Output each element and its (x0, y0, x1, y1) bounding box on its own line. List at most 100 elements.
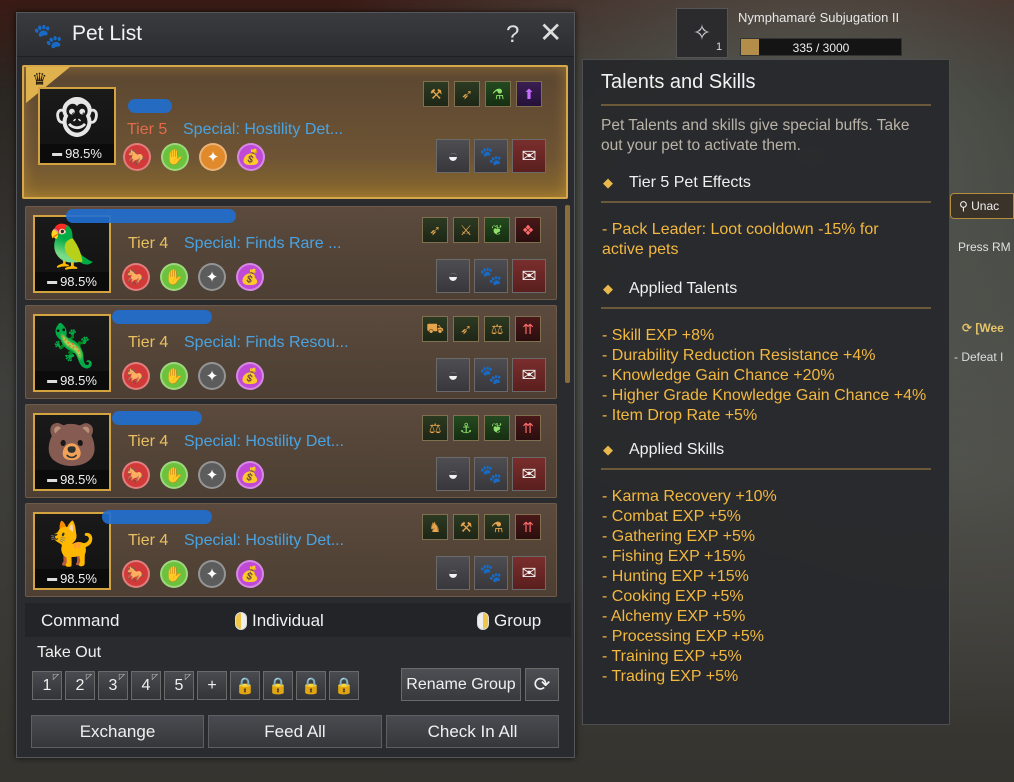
add-slot-button[interactable]: + (197, 671, 227, 700)
lock-icon[interactable]: 🔒 (296, 671, 326, 700)
divider (601, 468, 931, 470)
take-out-slot-4[interactable]: 4 ◸ (131, 671, 161, 700)
fishing-skill-icon[interactable]: ⚓ (453, 415, 479, 441)
hammer-skill-icon[interactable]: ⚒ (453, 514, 479, 540)
individual-label: Individual (252, 611, 324, 630)
command-label: Command (41, 611, 120, 630)
lock-icon[interactable]: 🔒 (230, 671, 260, 700)
feed-all-button[interactable]: Feed All (208, 715, 382, 748)
pet-card-leader[interactable]: ♛ 🐵 ▬ 98.5% Tier 5 Special: Hostility De… (22, 65, 568, 199)
paw-action-button[interactable]: 🐾 (474, 457, 508, 491)
paw-action-button[interactable]: 🐾 (474, 259, 508, 293)
release-button[interactable]: ✉ (512, 457, 546, 491)
alchemy-skill-icon[interactable]: ⚗ (484, 514, 510, 540)
trading-skill-icon[interactable]: ⚖ (422, 415, 448, 441)
axe-skill-icon[interactable]: ⚔ (453, 217, 479, 243)
pet-portrait[interactable]: 🦜 ▬ 98.5% (33, 215, 111, 293)
title-bar[interactable]: 🐾 Pet List ? ✕ (17, 13, 574, 57)
paw-action-button[interactable]: 🐾 (474, 358, 508, 392)
pet-list-scrollbar[interactable] (565, 205, 570, 383)
close-button[interactable]: ✕ (539, 19, 562, 47)
take-out-slot-5[interactable]: 5 ◸ (164, 671, 194, 700)
wing-skill-icon[interactable]: ❦ (484, 415, 510, 441)
check-in-all-button[interactable]: Check In All (386, 715, 559, 748)
rename-group-button[interactable]: Rename Group (401, 668, 521, 701)
pet-stats: 🐎 ✋ ✦ 💰 (123, 143, 265, 171)
tooltip-description: Pet Talents and skills give special buff… (601, 117, 910, 154)
talent-line: - Higher Grade Knowledge Gain Chance +4% (602, 387, 927, 404)
pet-portrait[interactable]: 🐈 ▬ 98.5% (33, 512, 111, 590)
hunger-value: 98.5% (60, 274, 97, 289)
pet-portrait[interactable]: 🐵 ▬ 98.5% (38, 87, 116, 165)
diamond-icon: ◆ (603, 175, 613, 190)
loot-icon: ✋ (160, 263, 188, 291)
release-button[interactable]: ✉ (512, 259, 546, 293)
pet-tier: Tier 4 (128, 334, 169, 351)
hunger-value: 98.5% (60, 373, 97, 388)
pet-tier: Tier 4 (128, 433, 169, 450)
release-button[interactable]: ✉ (512, 139, 546, 173)
release-button[interactable]: ✉ (512, 556, 546, 590)
hunting-skill-icon[interactable]: ➶ (422, 217, 448, 243)
talent-line: - Item Drop Rate +5% (602, 407, 758, 424)
feed-button[interactable]: ◒ (436, 259, 470, 293)
quest-progress-bar: 335 / 3000 (740, 38, 902, 56)
karma-skill-icon[interactable]: ⬆ (516, 81, 542, 107)
loot-icon: ✋ (161, 143, 189, 171)
gathering-skill-icon[interactable]: ⚒ (423, 81, 449, 107)
take-out-slot-1[interactable]: 1 ◸ (32, 671, 62, 700)
pet-skills: ⚖ ⚓ ❦ ⇈ (422, 415, 541, 441)
wing-skill-icon[interactable]: ❦ (484, 217, 510, 243)
take-out-slots: 1 ◸ 2 ◸ 3 ◸ 4 ◸ 5 ◸ + 🔒 🔒 🔒 🔒 (32, 671, 359, 700)
pet-card[interactable]: 🐻 ▬ 98.5% Tier 4 Special: Hostility Det.… (25, 404, 557, 498)
pet-card[interactable]: 🦎 ▬ 98.5% Tier 4 Special: Finds Resou...… (25, 305, 557, 399)
paw-action-button[interactable]: 🐾 (474, 139, 508, 173)
hunting-skill-icon[interactable]: ➶ (454, 81, 480, 107)
alchemy-skill-icon[interactable]: ⚗ (485, 81, 511, 107)
feed-button[interactable]: ◒ (436, 457, 470, 491)
take-out-label: Take Out (37, 644, 102, 661)
pet-portrait[interactable]: 🦎 ▬ 98.5% (33, 314, 111, 392)
skill-line: - Gathering EXP +5% (602, 528, 756, 545)
trading-skill-icon[interactable]: ⚖ (484, 316, 510, 342)
command-bar: Command Individual Group (25, 603, 571, 637)
pet-tier: Tier 4 (128, 235, 169, 252)
pet-actions: ◒ 🐾 ✉ (436, 457, 546, 491)
drop-skill-icon[interactable]: ⇈ (515, 514, 541, 540)
side-quest[interactable]: ⟳ [Wee (962, 321, 1004, 335)
talent-line: - Skill EXP +8% (602, 327, 715, 344)
hunting-skill-icon[interactable]: ➶ (453, 316, 479, 342)
loot-icon: ✋ (160, 461, 188, 489)
paw-icon: 🐾 (33, 23, 63, 50)
paw-action-button[interactable]: 🐾 (474, 556, 508, 590)
tooltip-title: Talents and Skills (601, 71, 756, 93)
pet-portrait[interactable]: 🐻 ▬ 98.5% (33, 413, 111, 491)
side-tab[interactable]: ⚲ Unac (950, 193, 1014, 219)
lock-icon[interactable]: 🔒 (329, 671, 359, 700)
pet-tier: Tier 4 (128, 532, 169, 549)
pet-skills: ➶ ⚔ ❦ ❖ (422, 217, 541, 243)
diamond-icon: ◆ (603, 442, 613, 457)
pet-card[interactable]: 🦜 ▬ 98.5% Tier 4 Special: Finds Rare ...… (25, 206, 557, 300)
drop-skill-icon[interactable]: ❖ (515, 217, 541, 243)
drop-skill-icon[interactable]: ⇈ (515, 415, 541, 441)
pet-card[interactable]: 🐈 ▬ 98.5% Tier 4 Special: Hostility Det.… (25, 503, 557, 597)
exchange-button[interactable]: Exchange (31, 715, 204, 748)
release-button[interactable]: ✉ (512, 358, 546, 392)
skill-line: - Training EXP +5% (602, 648, 742, 665)
pet-actions: ◒ 🐾 ✉ (436, 139, 546, 173)
lock-icon[interactable]: 🔒 (263, 671, 293, 700)
feed-button[interactable]: ◒ (436, 139, 470, 173)
side-quest-sub: - Defeat I (954, 350, 1004, 364)
drop-skill-icon[interactable]: ⇈ (515, 316, 541, 342)
help-button[interactable]: ? (506, 21, 519, 49)
carriage-skill-icon[interactable]: ⛟ (422, 316, 448, 342)
take-out-slot-3[interactable]: 3 ◸ (98, 671, 128, 700)
hunger-meter: ▬ 98.5% (35, 272, 109, 291)
take-out-slot-2[interactable]: 2 ◸ (65, 671, 95, 700)
feed-button[interactable]: ◒ (436, 556, 470, 590)
feed-button[interactable]: ◒ (436, 358, 470, 392)
refresh-button[interactable]: ⟳ (525, 668, 559, 701)
pet-tier: Tier 5 (127, 121, 168, 138)
horse-skill-icon[interactable]: ♞ (422, 514, 448, 540)
